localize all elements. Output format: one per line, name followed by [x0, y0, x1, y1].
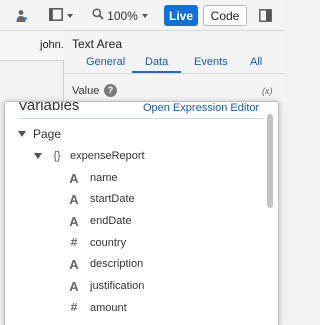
toolbar: 100% Live Code [0, 0, 284, 31]
zoom-value: 100% [107, 8, 138, 23]
tree-item-field[interactable]: A endDate [68, 211, 132, 231]
tab-all[interactable]: All [250, 56, 262, 68]
tree-item-field[interactable]: # country [68, 233, 126, 253]
frame-selector[interactable] [46, 5, 76, 26]
tree-item-label: description [90, 258, 144, 270]
open-expression-editor-link[interactable]: Open Expression Editor [143, 102, 259, 114]
tree-item-label: amount [90, 302, 127, 314]
user-name: john. [40, 39, 64, 51]
popup-divider [18, 118, 263, 119]
tab-events[interactable]: Events [194, 56, 228, 68]
chevron-down-icon [141, 13, 148, 18]
tree-item-label: name [90, 172, 118, 184]
code-button[interactable]: Code [203, 5, 247, 26]
tab-general[interactable]: General [86, 56, 125, 68]
zoom-icon [92, 8, 104, 23]
scrollbar-thumb[interactable] [267, 114, 273, 208]
chevron-down-icon[interactable] [34, 153, 42, 159]
text-type-icon: A [69, 278, 79, 294]
expression-icon[interactable]: (x) [262, 86, 273, 96]
value-label: Value [72, 85, 100, 97]
tree-item-label: startDate [90, 193, 135, 205]
zoom-selector[interactable]: 100% [90, 5, 150, 26]
chevron-down-icon [67, 13, 73, 18]
panel-toggle-icon[interactable] [256, 5, 274, 26]
variables-popup: Variables Open Expression Editor Page {}… [4, 101, 279, 325]
tree-item-label: justification [90, 280, 145, 292]
tree-item-page[interactable]: Page [18, 124, 61, 144]
tree-item-expense-report[interactable]: {} expenseReport [34, 146, 145, 166]
people-icon[interactable] [13, 5, 29, 26]
tree-item-field[interactable]: A justification [68, 276, 144, 296]
live-button[interactable]: Live [164, 5, 198, 26]
chevron-down-icon[interactable] [18, 131, 26, 137]
text-type-icon: A [69, 170, 79, 186]
tab-data[interactable]: Data [145, 56, 168, 68]
tree-item-field[interactable]: # amount [68, 298, 127, 318]
text-type-icon: A [69, 256, 79, 272]
number-type-icon: # [70, 301, 78, 315]
number-type-icon: # [70, 236, 78, 250]
tree-item-field[interactable]: A description [68, 254, 143, 274]
tree-item-label: endDate [90, 215, 132, 227]
popup-title: Variables [18, 101, 80, 114]
object-icon: {} [53, 150, 61, 162]
frame-icon [49, 7, 63, 24]
text-type-icon: A [69, 213, 79, 229]
tab-divider [64, 73, 284, 74]
tree-item-field[interactable]: A name [68, 168, 118, 188]
tree-item-label: country [90, 237, 127, 249]
tree-item-label: Page [33, 127, 62, 141]
component-title: Text Area [72, 37, 123, 51]
tree-item-label: expenseReport [70, 150, 145, 162]
text-type-icon: A [69, 191, 79, 207]
help-icon[interactable]: ? [104, 84, 117, 97]
tree-item-field[interactable]: A startDate [68, 189, 135, 209]
